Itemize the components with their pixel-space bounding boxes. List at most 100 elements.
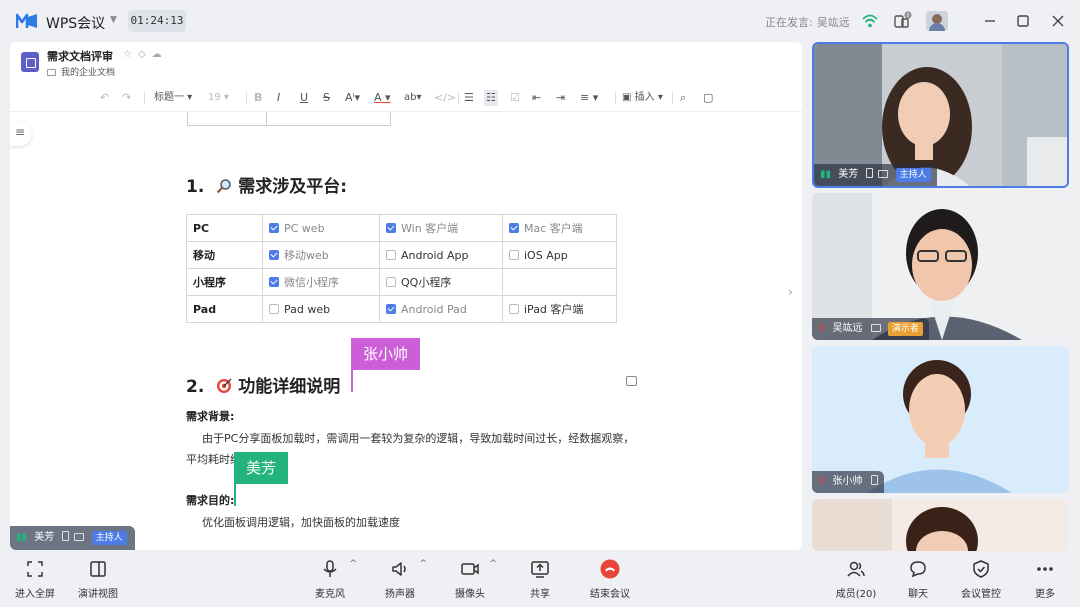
chevron-up-icon[interactable]: ^	[419, 559, 427, 569]
checkbox-unchecked[interactable]	[509, 304, 519, 314]
microphone-label: 麦克风	[315, 589, 345, 600]
redo-icon[interactable]: ↷	[122, 90, 131, 106]
font-size-value: 19	[208, 92, 221, 103]
device-notification-icon[interactable]: 0	[893, 11, 913, 31]
align-icon[interactable]: ≡ ▾	[580, 90, 598, 106]
phone-icon	[870, 475, 878, 485]
meeting-control-button[interactable]: 会议管控	[959, 559, 1003, 600]
document-title[interactable]: 需求文档评审	[47, 48, 113, 64]
table-row: PC PC web Win 客户端 Mac 客户端	[186, 214, 617, 242]
speaker-label: 扬声器	[385, 589, 415, 600]
camera-label: 摄像头	[455, 589, 485, 600]
end-meeting-label: 结束会议	[590, 589, 630, 600]
members-button[interactable]: 成员(20)	[834, 559, 878, 600]
speaker-view-button[interactable]: 演讲视图	[76, 559, 120, 600]
checkbox-checked[interactable]	[386, 223, 396, 233]
search-icon[interactable]: ⌕	[680, 90, 686, 106]
chat-label: 聊天	[908, 589, 928, 600]
checkbox-checked[interactable]	[509, 223, 519, 233]
chevron-up-icon[interactable]: ^	[349, 559, 357, 569]
participant-name: 张小帅	[832, 476, 863, 487]
audio-level-icon: ▮▮	[820, 169, 832, 180]
cloud-icon[interactable]: ☁	[152, 49, 168, 60]
bullet-list-icon[interactable]: ☰	[464, 90, 474, 106]
minimize-icon[interactable]	[980, 11, 1000, 31]
code-icon[interactable]: </>	[434, 90, 456, 106]
indent-icon[interactable]: ⇥	[556, 90, 565, 106]
star-icon[interactable]: ☆	[123, 49, 138, 60]
font-color-icon[interactable]: A ▾	[374, 90, 391, 106]
comment-icon[interactable]: ▢	[703, 90, 713, 106]
goal-paragraph[interactable]: 优化面板调用逻辑，加快面板的加载速度	[186, 512, 636, 533]
checkbox-checked[interactable]	[386, 303, 396, 314]
checkbox-checked[interactable]	[269, 250, 279, 260]
add-comment-icon[interactable]	[626, 376, 637, 386]
self-view-badge[interactable]: ▮▮ 美芳 主持人	[10, 526, 135, 550]
checkbox-unchecked[interactable]	[509, 249, 519, 260]
shield-icon	[973, 560, 989, 578]
speaker-button[interactable]: 扬声器 ^	[383, 559, 427, 600]
maximize-icon[interactable]	[1013, 11, 1033, 31]
participant-tile[interactable]	[812, 499, 1069, 551]
participant-video	[812, 499, 1069, 551]
end-meeting-button[interactable]: 结束会议	[587, 559, 633, 600]
avatar[interactable]	[926, 11, 948, 31]
table-row: 移动 移动web Android App iOS App	[186, 241, 617, 269]
outdent-icon[interactable]: ⇤	[532, 90, 541, 106]
platform-table: PC PC web Win 客户端 Mac 客户端 移动 移动web Android App…	[186, 214, 617, 323]
participant-name-bar: ▮▮ 美芳 主持人	[814, 164, 937, 186]
underline-icon[interactable]: U	[300, 90, 308, 106]
numbered-list-icon[interactable]: ☷	[484, 90, 498, 106]
participant-tile[interactable]: ⚲ 张小帅	[812, 346, 1069, 493]
members-label: 成员(20)	[835, 589, 877, 600]
italic-icon[interactable]: I	[277, 90, 280, 106]
audio-level-icon: ▮▮	[16, 532, 28, 543]
document-folder[interactable]: 我的企业文档	[47, 65, 115, 78]
app-title[interactable]: WPS会议	[46, 13, 105, 33]
checkbox-unchecked[interactable]	[386, 249, 396, 260]
presenter-badge: 演示者	[887, 322, 923, 336]
outline-toggle[interactable]	[10, 122, 32, 146]
camera-button[interactable]: 摄像头 ^	[453, 559, 497, 600]
font-size-select[interactable]: 19 ▾	[208, 90, 229, 106]
folder-name: 我的企业文档	[61, 68, 116, 78]
checkbox-checked[interactable]	[269, 222, 279, 233]
checkbox-label: Android App	[401, 248, 469, 262]
participant-tile[interactable]: ⚲ 吴竑远 演示者	[812, 193, 1069, 340]
heading-style-select[interactable]: 标题一 ▾	[154, 90, 192, 106]
table-cell: iPad 客户端	[502, 295, 617, 323]
strikethrough-icon[interactable]: S	[323, 90, 330, 106]
checkbox-label: 移动web	[284, 249, 329, 262]
task-list-icon[interactable]: ☑	[510, 90, 520, 106]
checkbox-label: iOS App	[524, 248, 568, 262]
chevron-down-icon[interactable]: ▼	[110, 15, 117, 25]
close-icon[interactable]	[1048, 11, 1068, 31]
share-button[interactable]: 共享	[526, 559, 554, 600]
undo-icon[interactable]: ↶	[100, 90, 109, 106]
table-row: Pad Pad web Android Pad iPad 客户端	[186, 295, 617, 323]
participant-tile[interactable]: ▮▮ 美芳 主持人	[812, 42, 1069, 188]
chevron-up-icon[interactable]: ^	[489, 559, 497, 569]
font-effects-icon[interactable]: Aⁱ▾	[345, 90, 360, 106]
bold-icon[interactable]: B	[254, 90, 262, 106]
screen-icon	[878, 170, 889, 178]
wifi-icon[interactable]	[860, 11, 880, 31]
fullscreen-button[interactable]: 进入全屏	[13, 559, 57, 600]
tag-icon[interactable]: ◇	[138, 49, 152, 60]
chevron-right-icon[interactable]: ›	[788, 285, 793, 299]
checkbox-label: Mac 客户端	[524, 222, 583, 235]
checkbox-checked[interactable]	[269, 277, 279, 287]
checkbox-unchecked[interactable]	[269, 303, 279, 314]
highlight-icon[interactable]: ab▾	[404, 90, 422, 106]
checkbox-unchecked[interactable]	[386, 277, 396, 287]
more-button[interactable]: 更多	[1033, 559, 1057, 600]
toolbar-divider	[672, 92, 673, 104]
phone-icon	[866, 168, 874, 178]
microphone-button[interactable]: 麦克风 ^	[313, 559, 357, 600]
toolbar-divider	[458, 92, 459, 104]
insert-menu[interactable]: ▣ 插入 ▾	[622, 90, 663, 106]
chat-button[interactable]: 聊天	[906, 559, 930, 600]
meeting-timer: 01:24:13	[128, 10, 186, 32]
toolbar-divider	[144, 92, 145, 104]
document-title-actions: ☆◇☁	[123, 49, 168, 60]
